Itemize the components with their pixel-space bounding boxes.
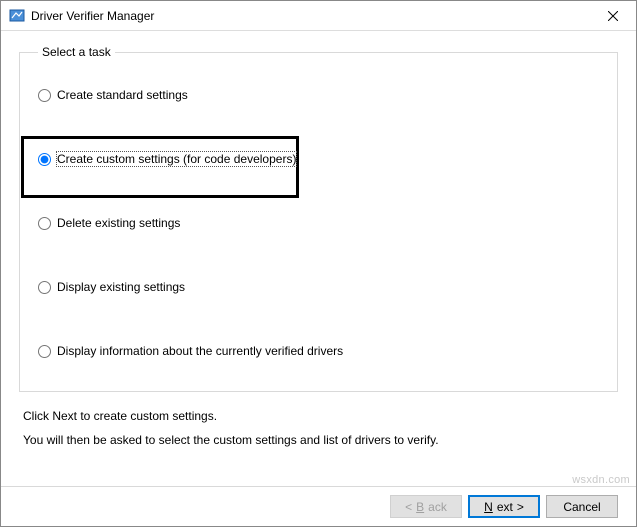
app-icon bbox=[9, 8, 25, 24]
radio-info[interactable] bbox=[38, 345, 51, 358]
close-icon bbox=[608, 11, 618, 21]
instructions: Click Next to create custom settings. Yo… bbox=[23, 406, 614, 451]
radio-row-standard[interactable]: Create standard settings bbox=[38, 85, 599, 105]
radio-row-custom[interactable]: Create custom settings (for code develop… bbox=[38, 149, 599, 169]
radio-display-label[interactable]: Display existing settings bbox=[57, 280, 185, 294]
group-legend: Select a task bbox=[38, 45, 115, 59]
radio-info-label[interactable]: Display information about the currently … bbox=[57, 344, 343, 358]
next-suffix: > bbox=[517, 500, 524, 514]
content-area: Select a task Create standard settings C… bbox=[1, 31, 636, 465]
next-button[interactable]: Next > bbox=[468, 495, 540, 518]
instruction-line2: You will then be asked to select the cus… bbox=[23, 430, 614, 450]
radio-display[interactable] bbox=[38, 281, 51, 294]
next-mnemonic: N bbox=[484, 500, 493, 514]
radio-standard[interactable] bbox=[38, 89, 51, 102]
back-button: < Back bbox=[390, 495, 462, 518]
cancel-button[interactable]: Cancel bbox=[546, 495, 618, 518]
radio-delete-label[interactable]: Delete existing settings bbox=[57, 216, 180, 230]
radio-delete[interactable] bbox=[38, 217, 51, 230]
watermark: wsxdn.com bbox=[572, 474, 630, 486]
next-rest: ext bbox=[497, 500, 513, 514]
radio-row-delete[interactable]: Delete existing settings bbox=[38, 213, 599, 233]
titlebar: Driver Verifier Manager bbox=[1, 1, 636, 31]
back-mnemonic: B bbox=[416, 500, 424, 514]
button-bar: < Back Next > Cancel bbox=[1, 486, 636, 526]
window-title: Driver Verifier Manager bbox=[31, 9, 590, 23]
radio-custom-label[interactable]: Create custom settings (for code develop… bbox=[57, 152, 296, 166]
radio-row-info[interactable]: Display information about the currently … bbox=[38, 341, 599, 361]
close-button[interactable] bbox=[590, 1, 636, 31]
back-prefix: < bbox=[405, 500, 412, 514]
task-group: Select a task Create standard settings C… bbox=[19, 45, 618, 392]
radio-standard-label[interactable]: Create standard settings bbox=[57, 88, 188, 102]
back-rest: ack bbox=[428, 500, 447, 514]
radio-custom[interactable] bbox=[38, 153, 51, 166]
instruction-line1: Click Next to create custom settings. bbox=[23, 406, 614, 426]
radio-row-display[interactable]: Display existing settings bbox=[38, 277, 599, 297]
